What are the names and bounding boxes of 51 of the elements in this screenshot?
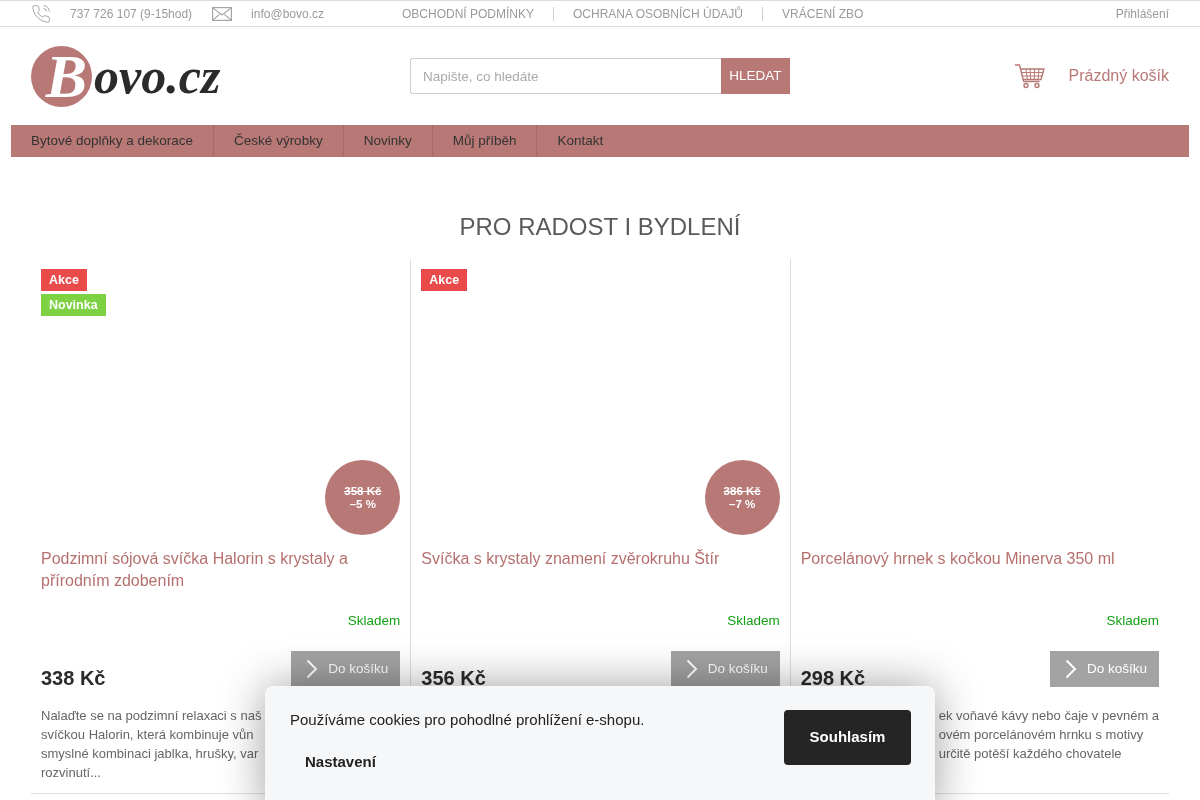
product-title[interactable]: Svíčka s krystaly znamení zvěrokruhu Štír	[421, 548, 720, 592]
cart-icon	[1013, 62, 1045, 90]
search-button[interactable]: HLEDAT	[721, 58, 790, 94]
stock-status: Skladem	[1106, 612, 1159, 630]
product-description: ovém porcelánovém hrnku s motivy	[938, 726, 1144, 744]
product-description: určitě potěší každého chovatele	[938, 745, 1122, 763]
stock-status: Skladem	[727, 612, 780, 630]
menu-item[interactable]: České výrobky	[234, 130, 323, 152]
info-link[interactable]: OBCHODNÍ PODMÍNKY	[402, 4, 534, 23]
product-flag: Akce	[41, 269, 87, 291]
email-link[interactable]: info@bovo.cz	[251, 4, 324, 23]
chevron-icon	[685, 659, 698, 679]
discount-percent: –7 %	[729, 497, 756, 511]
old-price: 358 Kč	[344, 484, 382, 498]
product-title[interactable]: Porcelánový hrnek s kočkou Minerva 350 ml	[800, 548, 1115, 592]
add-to-cart-button[interactable]: Do košíku	[670, 651, 780, 687]
phone-icon	[31, 3, 51, 24]
product-description: smyslné kombinaci jablka, hrušky, var	[41, 745, 259, 763]
section-heading: PRO RADOST I BYDLENÍ	[458, 212, 742, 242]
chevron-icon	[306, 659, 319, 679]
menu-item[interactable]: Kontakt	[557, 130, 604, 152]
product-flag: Akce	[421, 269, 468, 291]
menu-item[interactable]: Novinky	[363, 130, 412, 152]
product-title[interactable]: Podzimní sójová svíčka Halorin s krystaly a přírodním zdobením	[41, 548, 401, 592]
info-link[interactable]: VRÁCENÍ ZBO	[782, 4, 864, 23]
add-to-cart-button[interactable]: Do košíku	[291, 651, 401, 687]
product-description: ek voňavé kávy nebo čaje v pevném a	[938, 707, 1160, 725]
product-description: rozvinutí...	[41, 764, 101, 782]
phone-link[interactable]: 737 726 107 (9-15hod)	[70, 4, 193, 23]
product-description: Nalaďte se na podzimní relaxaci s naš	[41, 707, 262, 725]
settings-button[interactable]: Nastavení	[305, 752, 376, 772]
old-price: 386 Kč	[723, 484, 761, 498]
logo[interactable]: Bovo.cz	[31, 45, 221, 107]
menu-item[interactable]: Můj příběh	[452, 130, 517, 152]
add-to-cart-button[interactable]: Do košíku	[1050, 651, 1159, 687]
stock-status: Skladem	[347, 612, 401, 630]
product-price: 338 Kč	[41, 666, 106, 690]
product-price: 356 Kč	[421, 666, 486, 690]
mail-icon	[212, 6, 233, 21]
menu-item[interactable]: Bytové doplňky a dekorace	[31, 130, 194, 152]
cart-link[interactable]: Prázdný košík	[1013, 62, 1169, 90]
accept-button[interactable]: Souhlasím	[784, 710, 911, 765]
product-flag: Novinka	[41, 294, 106, 316]
search-field[interactable]: Napište, co hledáte	[410, 58, 721, 94]
info-link[interactable]: OCHRANA OSOBNÍCH ÚDAJŮ	[573, 4, 744, 23]
product-description: svíčkou Halorin, která kombinuje vůn	[41, 726, 254, 744]
product-price: 298 Kč	[800, 666, 866, 690]
discount-percent: –5 %	[349, 497, 376, 511]
login-link[interactable]: Přihlášení	[1115, 4, 1169, 23]
chevron-icon	[1065, 659, 1077, 679]
cookie-message: Používáme cookies pro pohodlné prohlížení e-shopu.	[290, 710, 645, 730]
